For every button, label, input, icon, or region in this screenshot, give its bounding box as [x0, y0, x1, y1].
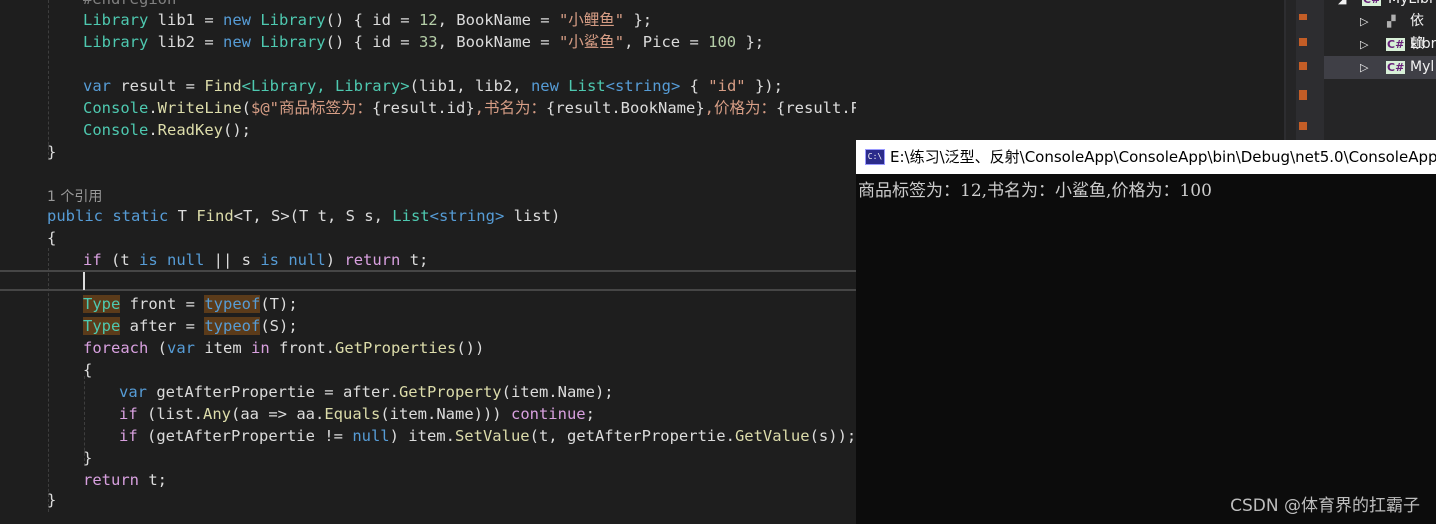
code-line[interactable]: foreach (var item in front.GetProperties…: [83, 337, 484, 359]
expand-triangle-icon[interactable]: ▷: [1360, 33, 1368, 56]
code-line[interactable]: }: [47, 141, 56, 163]
text-caret: [83, 272, 85, 290]
scrollbar-change-marker: [1299, 90, 1307, 100]
console-app-icon: C:\: [865, 149, 885, 165]
code-line[interactable]: public static T Find<T, S>(T t, S s, Lis…: [47, 205, 560, 227]
scrollbar-change-marker: [1299, 38, 1307, 46]
code-lens-references[interactable]: 1 个引用: [47, 185, 102, 207]
solution-item[interactable]: ▷ C# Myl: [1324, 56, 1436, 79]
code-line[interactable]: var result = Find<Library, Library>(lib1…: [83, 75, 783, 97]
solution-item-label: Libr: [1410, 36, 1436, 52]
code-line[interactable]: if (getAfterPropertie != null) item.SetV…: [119, 425, 856, 447]
console-window[interactable]: C:\ E:\练习\泛型、反射\ConsoleApp\ConsoleApp\bi…: [856, 140, 1436, 524]
dependencies-icon: ▞: [1387, 15, 1396, 28]
code-line[interactable]: }: [47, 489, 56, 511]
expand-triangle-icon[interactable]: ▷: [1360, 56, 1368, 79]
code-line[interactable]: Console.ReadKey();: [83, 119, 251, 141]
code-line[interactable]: var getAfterPropertie = after.GetPropert…: [119, 381, 614, 403]
scrollbar-change-marker: [1299, 14, 1307, 20]
code-line[interactable]: {: [83, 359, 92, 381]
scrollbar-change-marker: [1299, 122, 1307, 130]
scrollbar-change-marker: [1299, 62, 1307, 70]
code-line[interactable]: }: [83, 447, 92, 469]
code-line[interactable]: Type after = typeof(S);: [83, 315, 298, 337]
code-line[interactable]: Type front = typeof(T);: [83, 293, 298, 315]
console-title: E:\练习\泛型、反射\ConsoleApp\ConsoleApp\bin\De…: [890, 148, 1436, 166]
code-editor[interactable]: #endregion Library lib1 = new Library() …: [0, 0, 856, 524]
csharp-file-icon: C#: [1386, 61, 1406, 74]
csharp-file-icon: C#: [1386, 38, 1406, 51]
console-titlebar[interactable]: C:\ E:\练习\泛型、反射\ConsoleApp\ConsoleApp\bi…: [856, 140, 1436, 174]
console-output: 商品标签为：12,书名为：小鲨鱼,价格为：100: [858, 181, 1212, 201]
solution-item[interactable]: ▷ ▞ 依赖: [1324, 10, 1436, 52]
solution-item-label: Myl: [1410, 59, 1435, 75]
solution-explorer: ◢ C# MyLibr ▷ ▞ 依赖 ▷ C# Libr ▷ C# Myl: [1324, 0, 1436, 150]
code-line[interactable]: Library lib1 = new Library() { id = 12, …: [83, 9, 652, 31]
code-line[interactable]: if (list.Any(aa => aa.Equals(item.Name))…: [119, 403, 595, 425]
current-line-highlight: [0, 270, 856, 291]
code-line[interactable]: Console.WriteLine($@"商品标签为：{result.id},书…: [83, 97, 856, 119]
code-line[interactable]: Library lib2 = new Library() { id = 33, …: [83, 31, 764, 53]
watermark: CSDN @体育界的扛霸子: [1230, 496, 1420, 516]
scrollbar-track[interactable]: [1286, 0, 1296, 150]
code-line[interactable]: return t;: [83, 469, 167, 491]
csharp-project-icon: C#: [1362, 0, 1382, 6]
expand-triangle-icon[interactable]: ▷: [1360, 10, 1368, 33]
code-line[interactable]: {: [47, 227, 56, 249]
code-line[interactable]: if (t is null || s is null) return t;: [83, 249, 428, 271]
solution-item[interactable]: ▷ C# Libr: [1324, 33, 1436, 56]
indent-guide: [48, 0, 49, 160]
